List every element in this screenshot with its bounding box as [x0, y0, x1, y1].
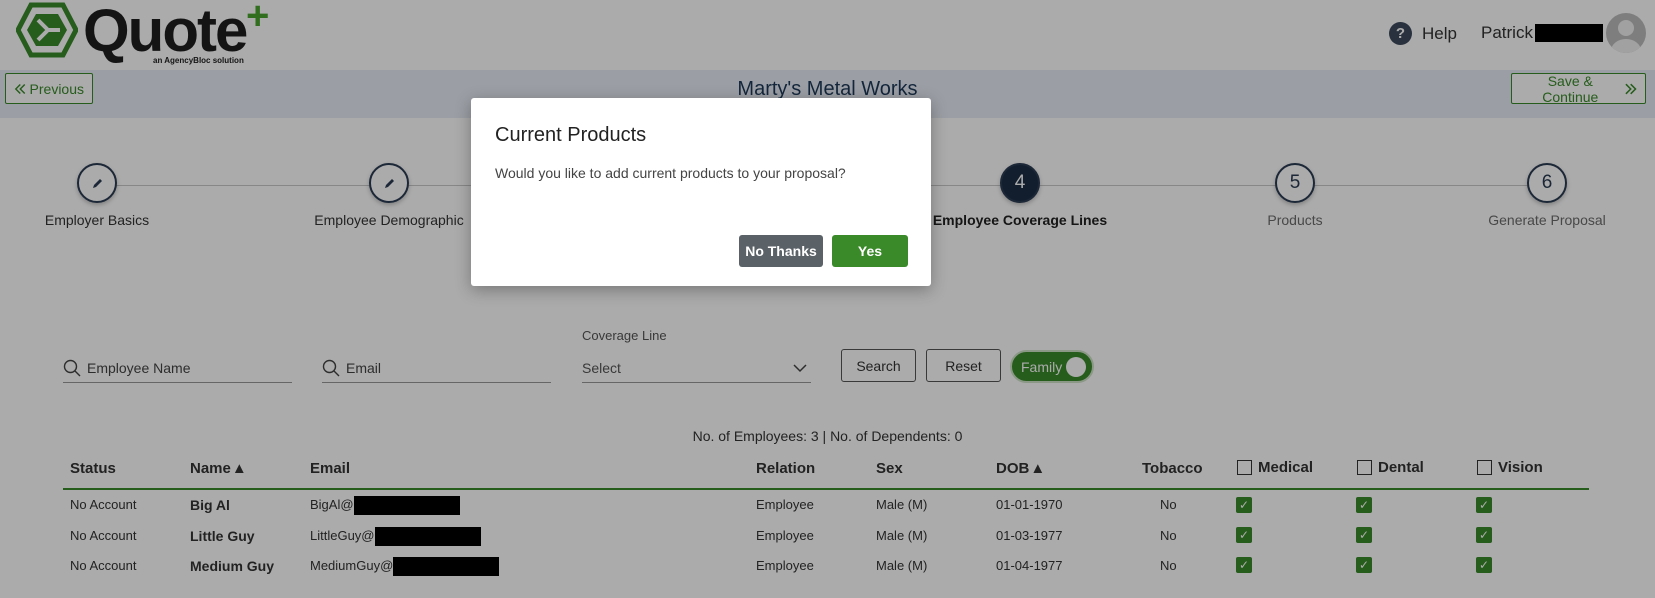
- yes-button[interactable]: Yes: [832, 235, 908, 267]
- current-products-dialog: Current Products Would you like to add c…: [471, 98, 931, 286]
- dialog-title: Current Products: [495, 124, 647, 146]
- no-thanks-button[interactable]: No Thanks: [739, 235, 823, 267]
- dialog-message: Would you like to add current products t…: [495, 165, 846, 181]
- modal-backdrop[interactable]: [0, 0, 1655, 598]
